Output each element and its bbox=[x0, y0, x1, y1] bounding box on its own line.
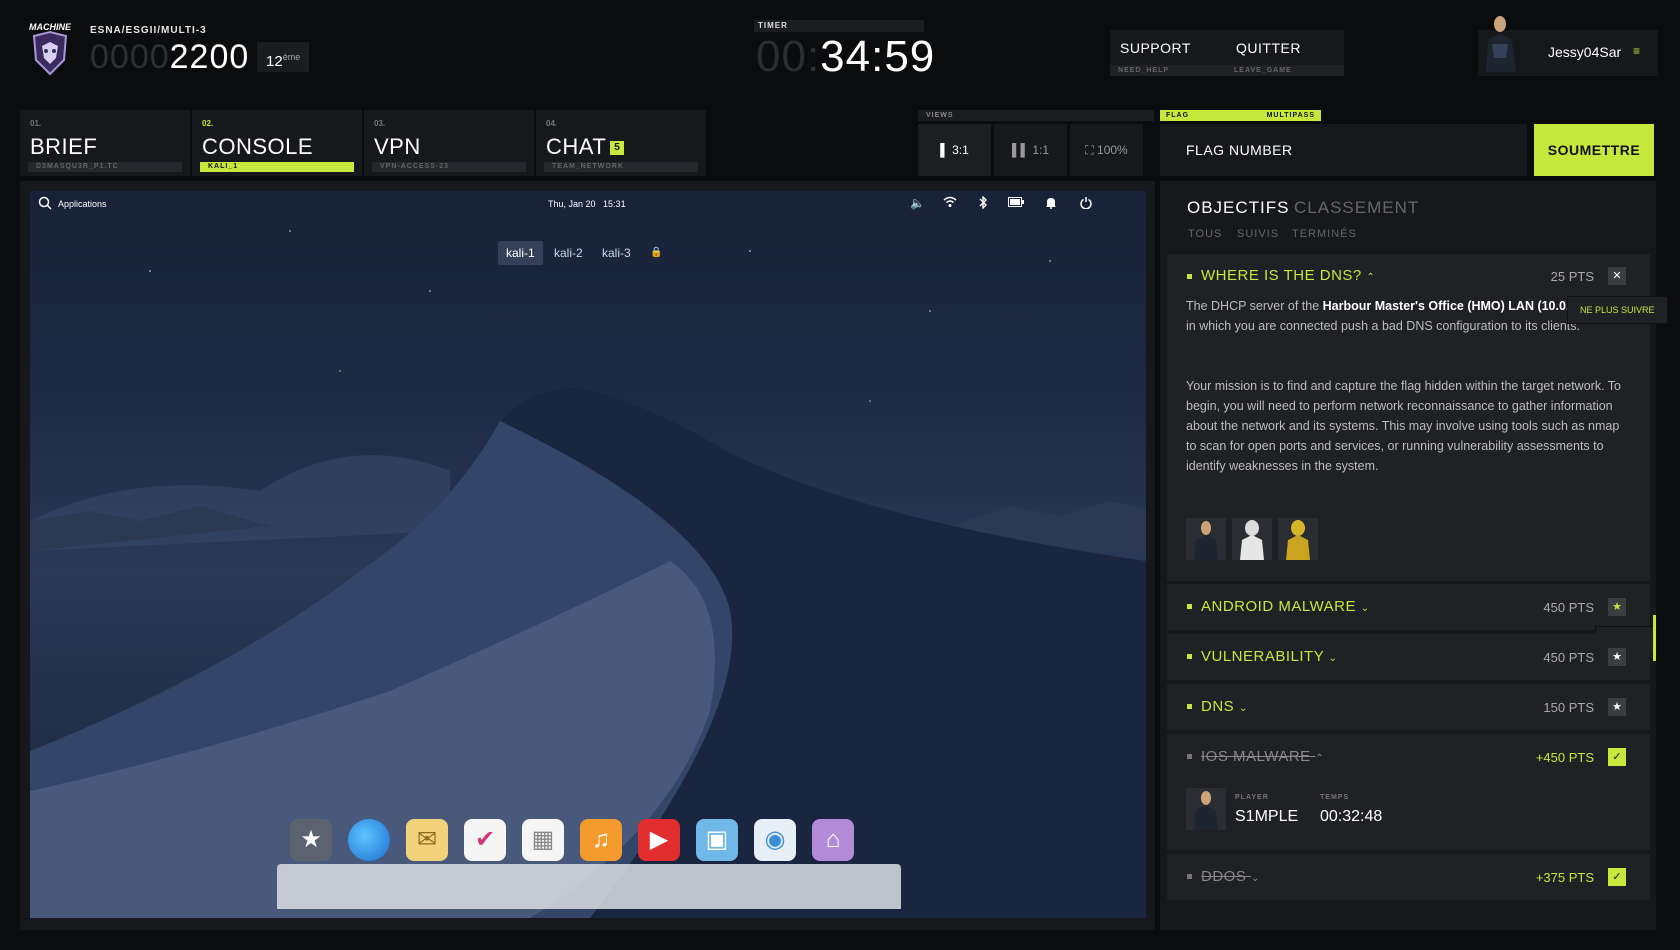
player-avatar bbox=[1278, 518, 1318, 560]
flag-label: FLAG MULTIPASS bbox=[1160, 110, 1321, 121]
video-icon[interactable]: ▶ bbox=[638, 819, 680, 861]
support-button[interactable]: SUPPORT NEED_HELP bbox=[1110, 30, 1228, 76]
views-label: VIEWS bbox=[918, 110, 1154, 121]
view-1-1-button[interactable]: ▌▌ 1:1 bbox=[994, 124, 1067, 176]
objective-points: 150 PTS bbox=[1543, 700, 1594, 715]
mail-icon[interactable]: ✉ bbox=[406, 819, 448, 861]
menu-icon[interactable]: ≡ bbox=[1633, 44, 1640, 58]
tab-vpn[interactable]: 03. VPN VPN-ACCESS-23 bbox=[364, 110, 534, 176]
browser-icon[interactable] bbox=[348, 819, 390, 861]
star-icon[interactable]: ★ bbox=[1608, 598, 1626, 616]
objective-title: WHERE IS THE DNS? ⌃ bbox=[1201, 267, 1376, 284]
volume-icon[interactable]: 🔈 bbox=[910, 196, 925, 210]
desert-wallpaper bbox=[30, 230, 1146, 918]
lock-icon[interactable]: 🔒 bbox=[642, 241, 670, 265]
favorites-icon[interactable]: ★ bbox=[290, 819, 332, 861]
machine-logo: MACHINE bbox=[28, 20, 72, 78]
calendar-icon[interactable]: ▦ bbox=[522, 819, 564, 861]
rank-badge: 12ème bbox=[257, 42, 310, 72]
notifications-icon[interactable] bbox=[1045, 196, 1057, 212]
view-fullscreen-button[interactable]: ⛶ 100% bbox=[1070, 124, 1143, 176]
score: 00002200 bbox=[90, 38, 250, 76]
wifi-icon[interactable] bbox=[943, 196, 957, 211]
settings-toggle-icon[interactable]: ◉ bbox=[754, 819, 796, 861]
tab-console[interactable]: 02. CONSOLE KALI_1 bbox=[192, 110, 362, 176]
objective-description: The DHCP server of the Harbour Master's … bbox=[1186, 299, 1616, 333]
desktop-topbar: Applications Thu, Jan 20 15:31 🔈 bbox=[30, 191, 1146, 217]
photos-icon[interactable]: ▣ bbox=[696, 819, 738, 861]
tab-chat[interactable]: 04. CHAT 5 TEAM_NETWORK bbox=[536, 110, 706, 176]
tab-brief[interactable]: 01. BRIEF D3MASQU3R_P1.TC bbox=[20, 110, 190, 176]
kali-desktop[interactable]: Applications Thu, Jan 20 15:31 🔈 kali-1 … bbox=[30, 191, 1146, 918]
objective-title: IOS MALWARE ⌃ bbox=[1201, 748, 1325, 765]
objective-points: +450 PTS bbox=[1535, 750, 1594, 765]
objective-card-dns[interactable]: DNS ⌄ 150 PTS ★ bbox=[1167, 684, 1650, 730]
check-icon: ✓ bbox=[1608, 868, 1626, 886]
time-label: TEMPS bbox=[1320, 794, 1350, 801]
objective-card-android-malware[interactable]: ANDROID MALWARE ⌄ 450 PTS ★ bbox=[1167, 584, 1650, 630]
objective-title: ANDROID MALWARE ⌄ bbox=[1201, 598, 1370, 615]
tasks-icon[interactable]: ✔ bbox=[464, 819, 506, 861]
player-avatar bbox=[1186, 788, 1226, 830]
objective-title: DDOS ⌄ bbox=[1201, 868, 1260, 885]
star-icon[interactable]: ★ bbox=[1608, 648, 1626, 666]
objective-points: 25 PTS bbox=[1550, 269, 1594, 284]
username: Jessy04Sar bbox=[1548, 44, 1622, 60]
objective-points: +375 PTS bbox=[1535, 870, 1594, 885]
active-indicator bbox=[1653, 615, 1656, 661]
unfollow-tooltip: NE PLUS SUIVRE bbox=[1568, 297, 1667, 323]
dock bbox=[277, 864, 901, 909]
battery-icon bbox=[1008, 196, 1024, 210]
workspace-kali-2[interactable]: kali-2 bbox=[546, 241, 591, 265]
avatar bbox=[1478, 14, 1522, 76]
quit-button[interactable]: QUITTER LEAVE_GAME bbox=[1226, 30, 1344, 76]
music-icon[interactable]: ♫ bbox=[580, 819, 622, 861]
objective-card-vulnerability[interactable]: VULNERABILITY ⌄ 450 PTS ★ bbox=[1167, 634, 1650, 680]
check-icon: ✓ bbox=[1608, 748, 1626, 766]
applications-menu[interactable]: Applications bbox=[58, 199, 107, 209]
player-avatar bbox=[1186, 518, 1226, 560]
app-store-icon[interactable]: ⌂ bbox=[812, 819, 854, 861]
timer: 00:34:59 bbox=[756, 32, 936, 81]
view-3-1-button[interactable]: ▌ 3:1 bbox=[918, 124, 991, 176]
filter-tous[interactable]: TOUS bbox=[1188, 228, 1222, 240]
objective-points: 450 PTS bbox=[1543, 650, 1594, 665]
objective-card-ios-malware[interactable]: IOS MALWARE ⌃ +450 PTS ✓ PLAYER S1MPLE T… bbox=[1167, 734, 1650, 850]
player-name: S1MPLE bbox=[1235, 808, 1299, 825]
objective-title: VULNERABILITY ⌄ bbox=[1201, 648, 1338, 665]
submit-button[interactable]: SOUMETTRE bbox=[1534, 124, 1654, 176]
filter-termines[interactable]: TERMINÉS bbox=[1292, 228, 1357, 240]
tab-objectifs[interactable]: OBJECTIFS bbox=[1187, 198, 1290, 218]
timer-label: TIMER bbox=[754, 20, 924, 32]
search-icon[interactable] bbox=[38, 196, 52, 212]
tab-classement[interactable]: CLASSEMENT bbox=[1294, 198, 1419, 218]
flag-input[interactable] bbox=[1160, 124, 1527, 176]
solve-time: 00:32:48 bbox=[1320, 808, 1383, 825]
svg-text:MACHINE: MACHINE bbox=[29, 22, 72, 32]
chat-unread-badge: 5 bbox=[610, 141, 625, 155]
objective-title: DNS ⌄ bbox=[1201, 698, 1248, 715]
power-icon[interactable] bbox=[1080, 196, 1092, 212]
objective-card-ddos[interactable]: DDOS ⌄ +375 PTS ✓ bbox=[1167, 854, 1650, 900]
bluetooth-icon[interactable] bbox=[978, 195, 988, 212]
player-label: PLAYER bbox=[1235, 794, 1269, 801]
team-path: ESNA/ESGII/MULTI-3 bbox=[90, 25, 207, 36]
clock: Thu, Jan 20 15:31 bbox=[548, 199, 626, 209]
objective-points: 450 PTS bbox=[1543, 600, 1594, 615]
star-icon[interactable]: ★ bbox=[1608, 698, 1626, 716]
workspace-kali-1[interactable]: kali-1 bbox=[498, 241, 543, 265]
workspace-kali-3[interactable]: kali-3 bbox=[594, 241, 639, 265]
player-avatar bbox=[1232, 518, 1272, 560]
objective-mission: Your mission is to find and capture the … bbox=[1186, 379, 1621, 473]
close-icon[interactable]: ✕ bbox=[1608, 267, 1626, 285]
filter-suivis[interactable]: SUIVIS bbox=[1237, 228, 1279, 240]
